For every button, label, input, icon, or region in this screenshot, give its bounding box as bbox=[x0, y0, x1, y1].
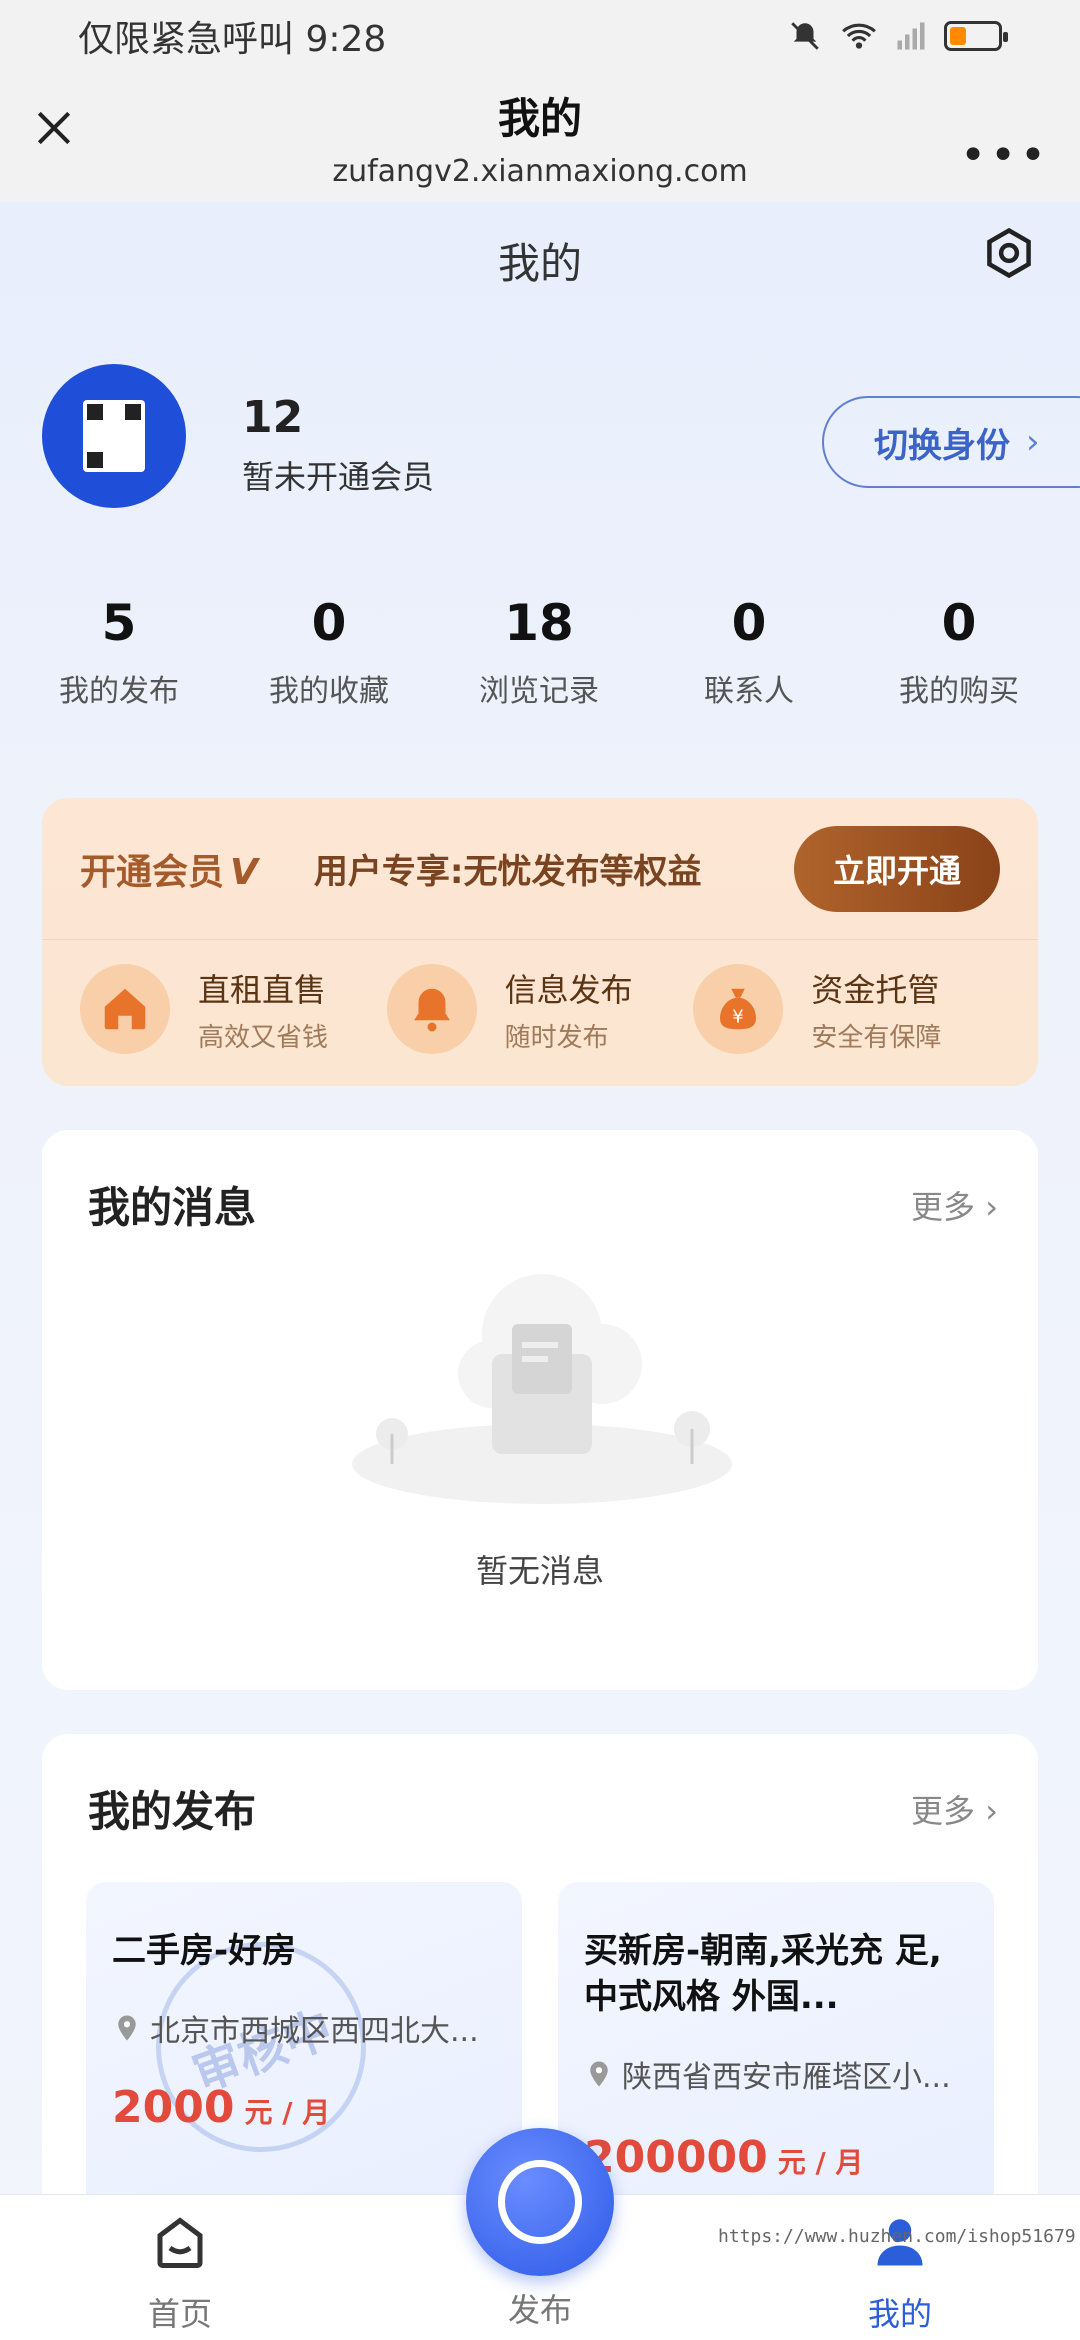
signal-icon bbox=[897, 22, 925, 50]
stat-contacts[interactable]: 0 联系人 bbox=[644, 594, 854, 710]
settings-icon[interactable] bbox=[982, 226, 1036, 280]
membership-status: 暂未开通会员 bbox=[242, 458, 435, 496]
switch-identity-button[interactable]: 切换身份 › bbox=[822, 396, 1080, 488]
stats-row: 5 我的发布 0 我的收藏 18 浏览记录 0 联系人 0 我的购买 bbox=[0, 594, 1080, 710]
open-membership-button[interactable]: 立即开通 bbox=[794, 825, 1000, 912]
camera-ring-icon bbox=[498, 2160, 582, 2244]
page-title: 我的 bbox=[497, 239, 582, 288]
profile-page: 我的 12 暂未开通会员 切换身份 › 5 我的发布 0 我的收藏 18 浏览记录 0… bbox=[0, 202, 1080, 2340]
house-icon bbox=[104, 988, 146, 1030]
listing-price: 200000 元 / 月 bbox=[584, 2132, 863, 2183]
stat-label: 我的发布 bbox=[59, 674, 179, 709]
chevron-right-icon: › bbox=[1026, 422, 1040, 462]
wifi-icon bbox=[842, 23, 876, 49]
publications-title: 我的发布 bbox=[88, 1787, 257, 1836]
feature-direct-rent[interactable]: 直租直售 高效又省钱 bbox=[80, 964, 387, 1054]
stat-value: 0 bbox=[311, 594, 347, 652]
vip-title-text: 开通会员 bbox=[80, 851, 225, 893]
stat-label: 浏览记录 bbox=[479, 674, 599, 709]
switch-identity-label: 切换身份 bbox=[874, 425, 1010, 466]
webview-url: zufangv2.xianmaxiong.com bbox=[332, 154, 748, 189]
home-icon bbox=[157, 2217, 203, 2268]
listing-title: 二手房-好房 bbox=[112, 1931, 297, 1971]
feature-subtitle: 高效又省钱 bbox=[198, 1022, 329, 1053]
listing-title: 买新房-朝南,采光充 足,中式风格 外国... bbox=[584, 1931, 942, 2017]
watermark-text: https://www.huzhen.com/ishop51679 bbox=[718, 2226, 1076, 2247]
listing-card[interactable]: 审核中 二手房-好房 北京市西城区西四北大... 2000 元 / 月 bbox=[86, 1882, 522, 2222]
stat-my-posts[interactable]: 5 我的发布 bbox=[14, 594, 224, 710]
status-bar: 仅限紧急呼叫 9:28 bbox=[0, 0, 1080, 72]
empty-inbox-illustration bbox=[352, 1274, 732, 1504]
stat-value: 0 bbox=[731, 594, 767, 652]
stat-my-purchases[interactable]: 0 我的购买 bbox=[854, 594, 1064, 710]
user-name: 12 bbox=[242, 392, 304, 443]
feature-title: 信息发布 bbox=[504, 970, 633, 1009]
listing-price-value: 200000 bbox=[584, 2132, 768, 2183]
status-icons bbox=[788, 19, 1008, 53]
messages-card: 我的消息 更多 › 暂无消息 bbox=[42, 1130, 1038, 1690]
webview-header: 我的 zufangv2.xianmaxiong.com ••• bbox=[0, 72, 1080, 202]
listing-price-unit: 元 / 月 bbox=[777, 2146, 864, 2179]
tab-publish-label: 发布 bbox=[507, 2291, 572, 2329]
tab-mine-label: 我的 bbox=[867, 2295, 932, 2333]
avatar[interactable] bbox=[42, 364, 186, 508]
listing-card[interactable]: 买新房-朝南,采光充 足,中式风格 外国... 陕西省西安市雁塔区小... 20… bbox=[558, 1882, 994, 2222]
bell-off-icon bbox=[791, 22, 819, 50]
stat-my-favorites[interactable]: 0 我的收藏 bbox=[224, 594, 434, 710]
listing-price-value: 2000 bbox=[112, 2082, 235, 2133]
stat-label: 联系人 bbox=[704, 674, 794, 709]
empty-messages-text: 暂无消息 bbox=[475, 1552, 604, 1590]
close-icon[interactable] bbox=[32, 106, 76, 150]
publications-more-link[interactable]: 更多 › bbox=[911, 1786, 998, 1832]
svg-text:¥: ¥ bbox=[733, 1007, 744, 1028]
stat-browse-history[interactable]: 18 浏览记录 bbox=[434, 594, 644, 710]
stat-label: 我的收藏 bbox=[269, 674, 389, 709]
stat-value: 18 bbox=[504, 594, 574, 652]
vip-badge-icon: V bbox=[230, 851, 258, 893]
vip-description: 用户专享:无忧发布等权益 bbox=[313, 852, 702, 892]
tab-home-label: 首页 bbox=[147, 2295, 212, 2333]
listing-address: 陕西省西安市雁塔区小... bbox=[584, 2052, 974, 2096]
publish-fab-button[interactable] bbox=[466, 2128, 614, 2276]
feature-subtitle: 安全有保障 bbox=[811, 1022, 942, 1053]
messages-title: 我的消息 bbox=[88, 1183, 257, 1232]
stat-value: 5 bbox=[101, 594, 137, 652]
listing-address-text: 陕西省西安市雁塔区小... bbox=[622, 2060, 951, 2095]
feature-subtitle: 随时发布 bbox=[504, 1022, 609, 1053]
status-text: 仅限紧急呼叫 9:28 bbox=[78, 19, 387, 60]
bell-icon bbox=[413, 988, 450, 1032]
stat-label: 我的购买 bbox=[899, 674, 1019, 709]
listing-address: 北京市西城区西四北大... bbox=[112, 2006, 502, 2050]
stat-value: 0 bbox=[941, 594, 977, 652]
vip-card: 开通会员 V 用户专享:无忧发布等权益 立即开通 直租直售高效又省钱 信息发布随时… bbox=[42, 798, 1038, 1086]
feature-title: 直租直售 bbox=[198, 970, 327, 1009]
feature-title: 资金托管 bbox=[811, 970, 940, 1009]
location-pin-icon bbox=[590, 2061, 608, 2087]
money-bag-icon: ¥ bbox=[720, 988, 757, 1030]
messages-more-link[interactable]: 更多 › bbox=[911, 1182, 998, 1228]
battery-icon bbox=[944, 21, 1008, 51]
qr-code-image bbox=[83, 400, 145, 472]
listing-price: 2000 元 / 月 bbox=[112, 2082, 330, 2133]
webview-title: 我的 bbox=[497, 94, 582, 143]
listing-address-text: 北京市西城区西四北大... bbox=[150, 2014, 479, 2049]
tab-home[interactable]: 首页 bbox=[80, 2213, 280, 2335]
more-options-icon[interactable]: ••• bbox=[960, 130, 1050, 181]
feature-info-publish[interactable]: 信息发布 随时发布 bbox=[386, 964, 694, 1054]
location-pin-icon bbox=[118, 2015, 136, 2041]
vip-title: 开通会员 V bbox=[80, 843, 258, 895]
feature-escrow[interactable]: ¥ 资金托管安全有保障 bbox=[693, 964, 1000, 1054]
listing-price-unit: 元 / 月 bbox=[244, 2096, 331, 2129]
